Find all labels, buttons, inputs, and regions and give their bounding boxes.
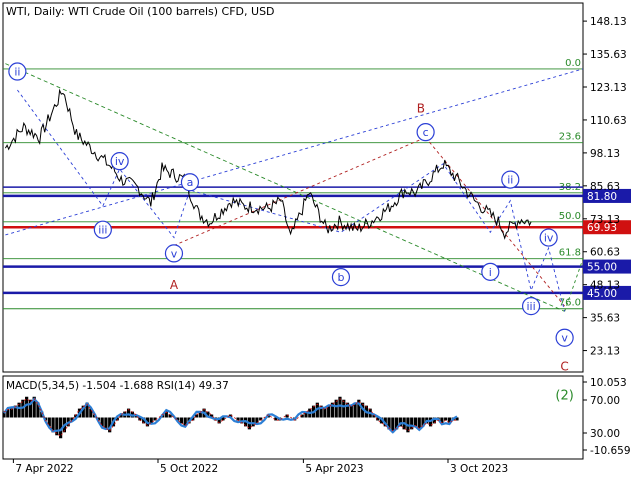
wave-label: ii: [507, 174, 513, 187]
macd-bar: [349, 405, 353, 418]
macd-bar: [179, 417, 184, 424]
wave-projection: [17, 89, 566, 312]
x-tick-label: 3 Oct 2023: [450, 463, 508, 475]
y-tick-label: 110.63: [590, 115, 627, 127]
ind-tick-label: 30.00: [590, 428, 620, 440]
y-tick-label: 23.13: [590, 346, 620, 358]
wave-label: iii: [98, 224, 107, 237]
wave-label: v: [171, 247, 178, 260]
macd-bar: [255, 417, 259, 424]
y-tick-label: 148.13: [590, 16, 627, 28]
x-tick-label: 5 Apr 2023: [305, 463, 363, 475]
x-tick-label: 5 Oct 2022: [160, 463, 218, 475]
fib-level-label: 50.0: [559, 211, 581, 222]
y-tick-label: 73.13: [590, 214, 620, 226]
wave-label: C: [560, 360, 568, 374]
wave-label: iii: [526, 300, 535, 313]
indicator-label: MACD(5,34,5) -1.504 -1.688 RSI(14) 49.37: [6, 380, 229, 392]
fib-level-label: 0.0: [565, 58, 581, 69]
ind-tick-label: -10.659: [590, 445, 631, 457]
y-tick-label: 98.13: [590, 148, 620, 160]
y-tick-label: 85.63: [590, 181, 620, 193]
y-tick-label: 123.13: [590, 82, 627, 94]
macd-bar: [9, 408, 14, 418]
y-tick-label: 60.63: [590, 247, 620, 259]
macd-bar: [338, 396, 342, 418]
macd-bar: [334, 399, 338, 418]
wave-label: iv: [544, 232, 554, 245]
wave-label: iv: [115, 155, 125, 168]
wave-label: B: [417, 101, 425, 115]
wave-label: b: [337, 271, 344, 284]
y-tick-label: 135.63: [590, 49, 627, 61]
y-tick-label: 35.63: [590, 313, 620, 325]
ind-tick-label: 70.00: [590, 395, 620, 407]
wave-label: ii: [14, 66, 20, 79]
trend-line: [173, 137, 426, 246]
wave-label: A: [170, 278, 179, 292]
price-chart: 0.023.638.250.061.876.0 81.8069.9355.004…: [2, 2, 631, 475]
macd-bar: [323, 408, 327, 418]
wave-label: c: [423, 126, 429, 139]
wave-label: a: [187, 176, 194, 189]
wave-label: i: [489, 266, 492, 279]
price-series-line: [4, 88, 532, 240]
x-tick-label: 7 Apr 2022: [15, 463, 73, 475]
wave-label: v: [561, 332, 568, 345]
y-tick-label: 48.13: [590, 280, 620, 292]
fib-level-label: 23.6: [559, 132, 581, 143]
fib-level-label: 61.8: [559, 248, 581, 259]
fib-level-label: 76.0: [559, 298, 581, 309]
macd-bar: [342, 399, 346, 418]
ind-tick-label: 10.053: [590, 377, 627, 389]
wave-label: (2): [555, 389, 573, 404]
chart-title: WTI, Daily: WTI Crude Oil (100 barrels) …: [6, 5, 275, 18]
trend-line: [5, 68, 584, 236]
price-level-label: 55.00: [587, 262, 617, 274]
